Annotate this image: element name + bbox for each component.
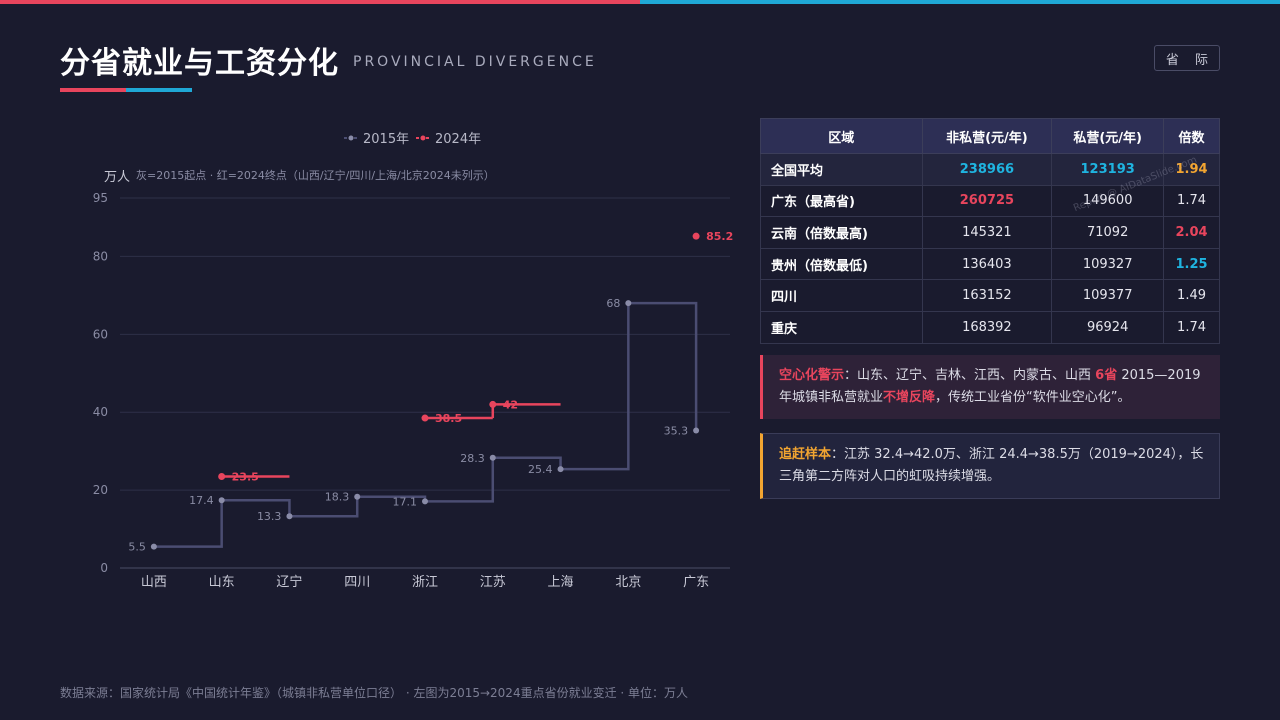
- point-2015: [693, 427, 700, 434]
- cell-ratio: 2.04: [1163, 216, 1220, 249]
- chart-note: 灰=2015起点 · 红=2024终点（山西/辽宁/四川/上海/北京2024未列…: [136, 168, 495, 182]
- cell-nonprivate: 238966: [921, 153, 1053, 186]
- x-tick-label: 山西: [141, 575, 167, 590]
- table-row: 云南（倍数最高) 145321 71092 2.04: [760, 216, 1220, 249]
- x-tick-label: 浙江: [412, 575, 438, 590]
- x-tick-label: 广东: [683, 575, 709, 590]
- callout-highlight: 不增反降: [883, 390, 936, 405]
- cell-private: 96924: [1051, 310, 1165, 344]
- cell-private: 109377: [1051, 279, 1165, 312]
- callout-text: ：山东、辽宁、吉林、江西、内蒙古、山西: [844, 368, 1096, 383]
- cell-region: 全国平均: [760, 153, 923, 186]
- cell-ratio: 1.74: [1163, 310, 1220, 344]
- cell-private: 109327: [1051, 247, 1165, 281]
- point-2015: [286, 513, 293, 520]
- header-nonprivate: 非私营(元/年): [921, 118, 1053, 154]
- header-private: 私营(元/年): [1051, 118, 1165, 154]
- legend-dot-2024: [420, 135, 426, 141]
- callout-highlight: 6省: [1095, 368, 1118, 383]
- data-label-2015: 28.3: [460, 452, 485, 465]
- point-2015: [557, 466, 564, 473]
- table-row: 广东（最高省) 260725 149600 1.74: [760, 184, 1220, 218]
- x-tick-label: 上海: [548, 575, 574, 590]
- cell-ratio: 1.25: [1163, 247, 1220, 281]
- data-label-2015: 13.3: [257, 510, 282, 523]
- data-label-2015: 68: [606, 297, 620, 310]
- point-2015: [422, 498, 428, 505]
- legend-dot-2015: [348, 135, 354, 141]
- point-2024: [421, 414, 429, 422]
- data-label-2024: 23.5: [232, 470, 259, 483]
- x-tick-label: 山东: [209, 575, 235, 590]
- point-2015: [218, 497, 225, 504]
- cell-nonprivate: 168392: [921, 310, 1053, 344]
- catchup-sample-callout: 追赶样本：江苏 32.4→42.0万、浙江 24.4→38.5万（2019→20…: [760, 433, 1220, 499]
- x-tick-label: 江苏: [480, 574, 506, 590]
- point-2024: [218, 472, 226, 480]
- top-accent-bar: [0, 0, 1280, 4]
- header-region: 区域: [760, 118, 923, 154]
- data-label-2015: 25.4: [528, 463, 553, 476]
- data-label-2015: 17.1: [393, 495, 418, 508]
- table-row: 重庆 168392 96924 1.74: [760, 310, 1220, 344]
- cell-region: 重庆: [760, 310, 923, 344]
- cell-region: 四川: [760, 279, 923, 312]
- y-unit-label: 万人: [104, 170, 130, 185]
- callout-text: ，传统工业省份“软件业空心化”。: [935, 390, 1131, 405]
- y-tick-label: 95: [93, 191, 108, 205]
- cell-private: 71092: [1051, 216, 1165, 249]
- table-header-row: 区域 非私营(元/年) 私营(元/年) 倍数: [760, 118, 1220, 154]
- cell-region: 云南（倍数最高): [760, 216, 923, 249]
- x-tick-label: 四川: [344, 575, 370, 590]
- callout-title: 空心化警示: [779, 368, 845, 383]
- cell-nonprivate: 145321: [921, 216, 1053, 249]
- point-2015: [625, 300, 632, 307]
- data-label-2015: 18.3: [325, 491, 350, 504]
- table-row: 四川 163152 109377 1.49: [760, 279, 1220, 312]
- cell-nonprivate: 136403: [921, 247, 1053, 281]
- point-2015: [354, 493, 361, 500]
- x-tick-label: 辽宁: [276, 574, 302, 590]
- page-title: 分省就业与工资分化: [60, 46, 339, 81]
- y-tick-label: 40: [93, 405, 108, 419]
- legend-label-2024: 2024年: [435, 132, 481, 147]
- data-label-2024: 85.2: [706, 230, 733, 243]
- data-label-2015: 35.3: [664, 425, 689, 438]
- province-tag-button[interactable]: 省 际: [1154, 45, 1220, 71]
- y-tick-label: 0: [100, 561, 108, 575]
- table-row: 贵州（倍数最低) 136403 109327 1.25: [760, 247, 1220, 281]
- callout-title: 追赶样本: [779, 447, 832, 462]
- point-2024: [489, 400, 497, 408]
- page-subtitle: PROVINCIAL DIVERGENCE: [353, 54, 597, 70]
- point-2024: [692, 232, 700, 240]
- source-footer: 数据来源：国家统计局《中国统计年鉴》（城镇非私营单位口径） · 左图为2015→…: [60, 686, 689, 700]
- x-tick-label: 北京: [615, 575, 641, 590]
- cell-region: 贵州（倍数最低): [760, 247, 923, 281]
- data-label-2015: 5.5: [128, 541, 146, 554]
- wage-table: 区域 非私营(元/年) 私营(元/年) 倍数 全国平均 238966 12319…: [760, 118, 1220, 344]
- cell-nonprivate: 260725: [921, 184, 1053, 218]
- hollowing-warning-callout: 空心化警示：山东、辽宁、吉林、江西、内蒙古、山西 6省 2015—2019年城镇…: [760, 355, 1220, 419]
- data-label-2024: 38.5: [435, 412, 462, 425]
- cell-ratio: 1.74: [1163, 184, 1220, 218]
- y-tick-label: 20: [93, 483, 108, 497]
- employment-step-chart: 2015年 2024年万人 灰=2015起点 · 红=2024终点（山西/辽宁/四川…: [93, 132, 734, 590]
- point-2015: [489, 454, 496, 461]
- callout-text: ：江苏 32.4→42.0万、浙江 24.4→38.5万（2019→2024），…: [779, 447, 1204, 484]
- y-tick-label: 80: [93, 249, 108, 263]
- cell-nonprivate: 163152: [921, 279, 1053, 312]
- cell-ratio: 1.49: [1163, 279, 1220, 312]
- data-label-2015: 17.4: [189, 494, 214, 507]
- cell-region: 广东（最高省): [760, 184, 923, 218]
- data-label-2024: 42: [503, 398, 518, 411]
- point-2015: [150, 543, 157, 550]
- title-underline: [60, 88, 192, 92]
- y-tick-label: 60: [93, 327, 108, 341]
- header-ratio: 倍数: [1163, 118, 1220, 154]
- legend-label-2015: 2015年: [363, 132, 409, 147]
- series-line-2015: [153, 301, 698, 548]
